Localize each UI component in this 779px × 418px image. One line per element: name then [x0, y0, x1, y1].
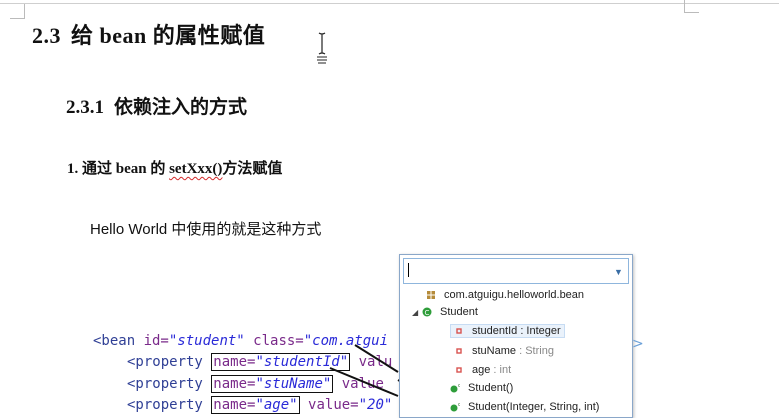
outline-filter-input[interactable]: ▼ — [403, 258, 629, 284]
svg-text:c: c — [458, 383, 460, 389]
class-icon: C — [422, 307, 432, 317]
selected-row-highlight: studentId : Integer — [450, 324, 565, 338]
svg-text:c: c — [458, 402, 460, 408]
connector-lines — [329, 344, 461, 413]
tree-item-field[interactable]: age : int — [454, 362, 511, 379]
private-field-icon — [456, 367, 462, 373]
tree-item-constructor[interactable]: c Student() — [450, 380, 513, 397]
chevron-right-icon: > — [632, 336, 644, 352]
tree-item-field[interactable]: stuName : String — [454, 343, 554, 360]
tree-item-field[interactable]: studentId : Integer — [450, 323, 565, 340]
tree-item-constructor[interactable]: c Student(Integer, String, int) — [450, 399, 599, 416]
content-assist-popup[interactable]: ▼ com.atguigu.helloworld.bean ◢ C Student … — [399, 254, 633, 418]
package-icon — [427, 291, 435, 300]
constructor-icon: c — [450, 383, 460, 393]
dropdown-arrow-icon[interactable]: ▼ — [614, 267, 623, 277]
tree-item-class[interactable]: ◢ C Student — [412, 304, 478, 321]
field-name: studentId — [472, 325, 518, 337]
collapse-triangle-icon[interactable]: ◢ — [412, 304, 422, 321]
tree-item-label: Student — [440, 306, 478, 318]
field-type: : String — [516, 345, 554, 357]
svg-text:C: C — [425, 309, 430, 317]
text-caret — [408, 263, 409, 277]
tree-item-label: com.atguigu.helloworld.bean — [444, 289, 585, 301]
private-field-icon — [456, 328, 462, 334]
field-name: stuName — [472, 345, 517, 357]
tree-item-label: Student() — [468, 382, 514, 394]
tree-item-label: Student(Integer, String, int) — [468, 401, 600, 413]
tree-item-package[interactable]: com.atguigu.helloworld.bean — [426, 287, 584, 304]
field-type: : Integer — [517, 325, 561, 337]
field-name: age — [472, 364, 491, 376]
constructor-icon: c — [450, 402, 460, 412]
field-type: : int — [490, 364, 512, 376]
private-field-icon — [456, 348, 462, 354]
